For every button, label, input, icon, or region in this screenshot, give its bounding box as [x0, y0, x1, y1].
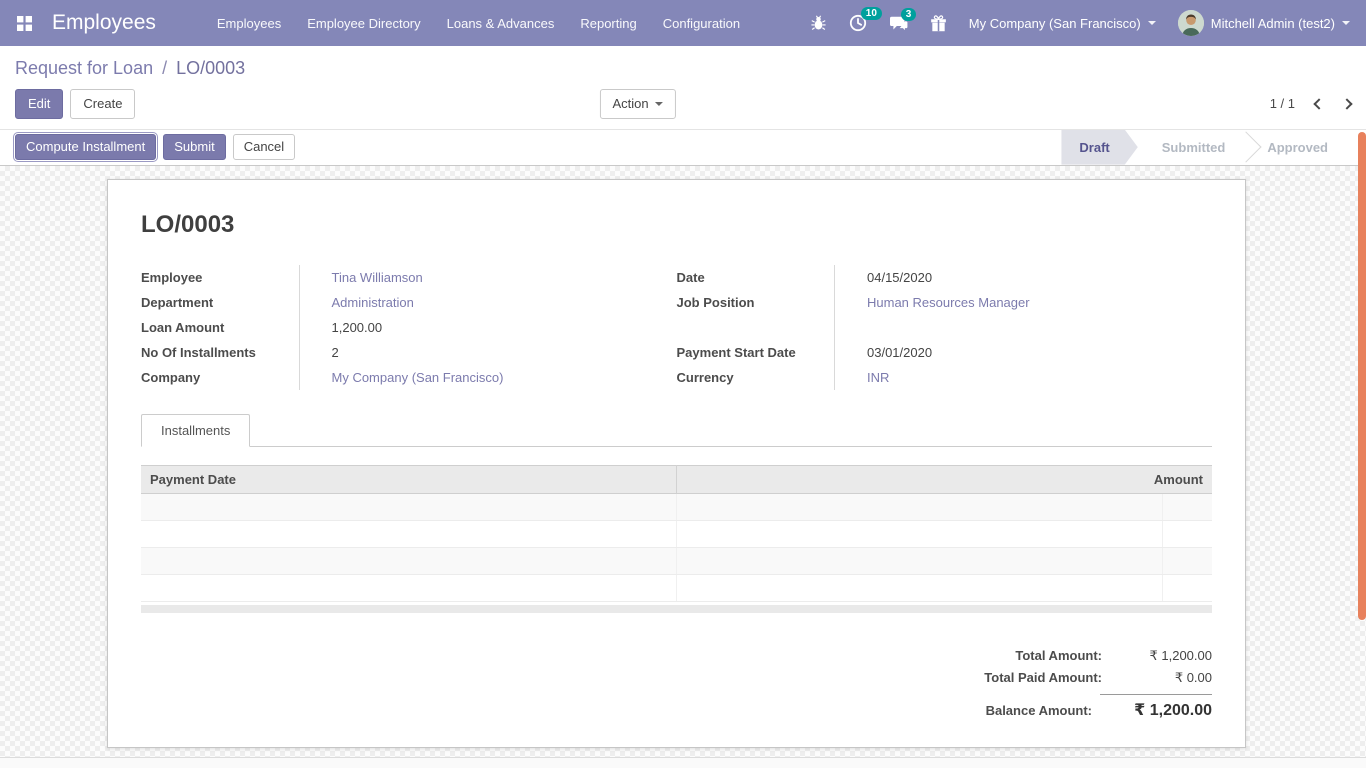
field-label-date: Date	[677, 265, 835, 290]
totals: Total Amount: ₹ 1,200.00 Total Paid Amou…	[912, 645, 1212, 723]
list-footer	[141, 605, 1212, 613]
field-value-payment-start-date: 03/01/2020	[835, 340, 1213, 365]
tab-installments[interactable]: Installments	[141, 414, 250, 447]
create-button[interactable]: Create	[70, 89, 135, 119]
action-dropdown-button[interactable]: Action	[599, 89, 675, 119]
table-row[interactable]	[141, 493, 1212, 520]
cancel-button[interactable]: Cancel	[233, 134, 295, 160]
grid-icon	[17, 16, 32, 31]
table-row[interactable]	[141, 574, 1212, 601]
total-paid-amount-label: Total Paid Amount:	[984, 670, 1102, 685]
menu-item-configuration[interactable]: Configuration	[650, 0, 753, 46]
messages-button[interactable]: 3	[889, 15, 908, 32]
field-value-department[interactable]: Administration	[299, 290, 677, 315]
chevron-down-icon	[1342, 21, 1350, 25]
company-name: My Company (San Francisco)	[969, 16, 1141, 31]
form-view-background: LO/0003 Employee Tina Williamson Departm…	[0, 166, 1366, 764]
chevron-down-icon	[655, 102, 663, 106]
field-value-date: 04/15/2020	[835, 265, 1213, 290]
breadcrumb-parent-link[interactable]: Request for Loan	[15, 58, 153, 78]
field-label-employee: Employee	[141, 265, 299, 290]
debug-bug-icon[interactable]	[810, 15, 827, 32]
balance-amount-label: Balance Amount:	[986, 703, 1092, 718]
menu-item-employee-directory[interactable]: Employee Directory	[294, 0, 433, 46]
table-row[interactable]	[141, 547, 1212, 574]
activity-count-badge: 10	[861, 7, 882, 20]
chevron-down-icon	[1148, 21, 1156, 25]
app-title[interactable]: Employees	[52, 11, 156, 35]
pager-next-icon[interactable]	[1341, 98, 1352, 109]
tab-bar: Installments	[141, 414, 1212, 447]
breadcrumb: Request for Loan / LO/0003	[15, 58, 1351, 79]
state-draft[interactable]: Draft	[1061, 130, 1137, 165]
avatar	[1178, 10, 1204, 36]
message-count-badge: 3	[901, 8, 917, 21]
field-value-job-position[interactable]: Human Resources Manager	[835, 290, 1213, 315]
pager: 1 / 1	[1270, 96, 1351, 111]
field-label-job-position: Job Position	[677, 290, 835, 315]
main-menu: Employees Employee Directory Loans & Adv…	[204, 0, 753, 46]
field-groups: Employee Tina Williamson Department Admi…	[141, 265, 1212, 390]
field-label-no-of-installments: No Of Installments	[141, 340, 299, 365]
record-title: LO/0003	[141, 211, 1212, 239]
statusbar: Compute Installment Submit Cancel Draft …	[0, 129, 1366, 166]
field-value-company[interactable]: My Company (San Francisco)	[299, 365, 677, 390]
action-label: Action	[612, 96, 648, 112]
top-navbar: Employees Employees Employee Directory L…	[0, 0, 1366, 46]
breadcrumb-current: LO/0003	[176, 58, 245, 78]
column-header-amount[interactable]: Amount	[677, 465, 1213, 493]
field-label-department: Department	[141, 290, 299, 315]
field-value-employee[interactable]: Tina Williamson	[299, 265, 677, 290]
user-menu[interactable]: Mitchell Admin (test2)	[1178, 10, 1350, 36]
bug-icon	[810, 15, 827, 32]
horizontal-scrollbar-track	[0, 757, 1366, 768]
vertical-scrollbar-thumb[interactable]	[1358, 132, 1366, 620]
submit-button[interactable]: Submit	[163, 134, 225, 160]
gift-button[interactable]	[930, 15, 947, 32]
field-row-spacer	[677, 315, 1213, 340]
control-panel-buttons: Edit Create Action 1 / 1	[15, 89, 1351, 129]
field-label-company: Company	[141, 365, 299, 390]
notebook: Installments Payment Date Amount	[141, 414, 1212, 613]
menu-item-employees[interactable]: Employees	[204, 0, 294, 46]
field-label-loan-amount: Loan Amount	[141, 315, 299, 340]
apps-menu-icon[interactable]	[10, 9, 38, 37]
balance-amount-value: ₹ 1,200.00	[1100, 694, 1212, 720]
total-paid-amount-value: ₹ 0.00	[1110, 670, 1212, 686]
field-group-right: Date 04/15/2020 Job Position Human Resou…	[677, 265, 1213, 390]
total-amount-value: ₹ 1,200.00	[1110, 648, 1212, 664]
field-value-no-of-installments: 2	[299, 340, 677, 365]
user-name: Mitchell Admin (test2)	[1211, 16, 1335, 31]
menu-item-reporting[interactable]: Reporting	[567, 0, 649, 46]
column-header-payment-date[interactable]: Payment Date	[141, 465, 677, 493]
edit-button[interactable]: Edit	[15, 89, 63, 119]
pager-value: 1 / 1	[1270, 96, 1295, 111]
field-group-left: Employee Tina Williamson Department Admi…	[141, 265, 677, 390]
systray: 10 3 My Company (San Francisco)	[810, 10, 1350, 36]
table-row[interactable]	[141, 520, 1212, 547]
gift-icon	[930, 15, 947, 32]
compute-installment-button[interactable]: Compute Installment	[15, 134, 156, 160]
status-steps: Draft Submitted Approved	[1061, 130, 1366, 165]
form-sheet: LO/0003 Employee Tina Williamson Departm…	[107, 179, 1246, 748]
total-amount-label: Total Amount:	[1015, 648, 1102, 663]
breadcrumb-separator: /	[158, 58, 171, 78]
control-panel: Request for Loan / LO/0003 Edit Create A…	[0, 46, 1366, 129]
field-value-loan-amount: 1,200.00	[299, 315, 677, 340]
field-label-payment-start-date: Payment Start Date	[677, 340, 835, 365]
field-value-currency[interactable]: INR	[835, 365, 1213, 390]
installments-table: Payment Date Amount	[141, 465, 1212, 602]
menu-item-loans-advances[interactable]: Loans & Advances	[434, 0, 568, 46]
field-label-currency: Currency	[677, 365, 835, 390]
company-switcher[interactable]: My Company (San Francisco)	[969, 16, 1156, 31]
activities-button[interactable]: 10	[849, 14, 867, 32]
pager-previous-icon[interactable]	[1313, 98, 1324, 109]
